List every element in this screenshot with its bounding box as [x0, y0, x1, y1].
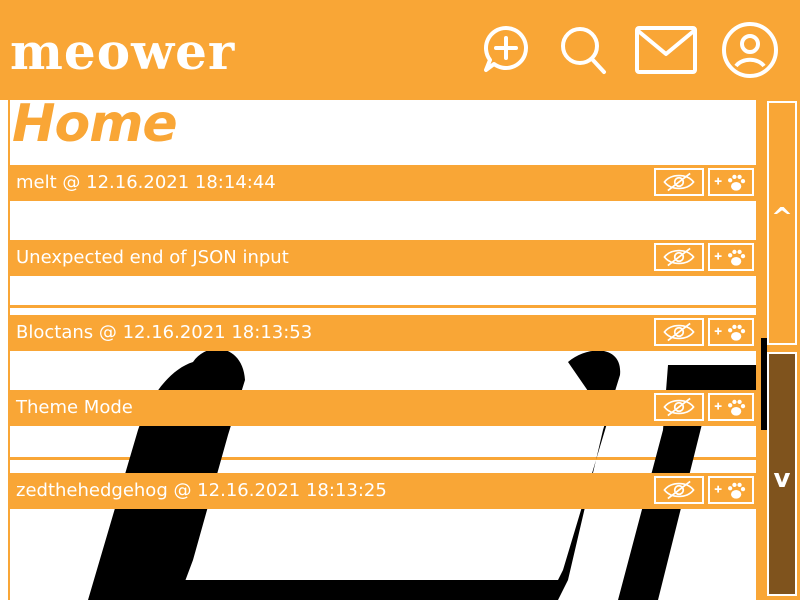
post-text: melt @ 12.16.2021 18:14:44: [16, 172, 276, 193]
new-post-icon[interactable]: [480, 22, 532, 78]
profile-icon[interactable]: [720, 22, 780, 78]
top-bar: meower: [0, 0, 800, 100]
pet-button[interactable]: [708, 243, 754, 271]
scroll-down-button[interactable]: v: [767, 352, 797, 596]
app-logo[interactable]: meower: [10, 22, 235, 82]
hide-post-button[interactable]: [654, 476, 704, 504]
post-text: zedthehedgehog @ 12.16.2021 18:13:25: [16, 480, 387, 501]
mail-icon[interactable]: [634, 22, 698, 78]
pet-button[interactable]: [708, 393, 754, 421]
pet-button[interactable]: [708, 318, 754, 346]
pet-button[interactable]: [708, 168, 754, 196]
post-header: Bloctans @ 12.16.2021 18:13:53: [8, 315, 758, 351]
hide-post-button[interactable]: [654, 168, 704, 196]
post-text: Unexpected end of JSON input: [16, 247, 289, 268]
scroll-down-label: v: [773, 464, 791, 494]
post-header: Unexpected end of JSON input: [8, 240, 758, 276]
pet-button[interactable]: [708, 476, 754, 504]
post-text: Bloctans @ 12.16.2021 18:13:53: [16, 322, 313, 343]
post-header: zedthehedgehog @ 12.16.2021 18:13:25: [8, 473, 758, 509]
feed-area: Home thix @ 12.16.2021 18:14:10 melt @ 1…: [8, 100, 758, 600]
scroll-up-button[interactable]: ^: [767, 101, 797, 345]
hide-post-button[interactable]: [654, 318, 704, 346]
post-header: Theme Mode: [8, 390, 758, 426]
post-text: Theme Mode: [16, 397, 133, 418]
post-header: melt @ 12.16.2021 18:14:44: [8, 165, 758, 201]
scroll-up-label: ^: [771, 203, 793, 233]
hide-post-button[interactable]: [654, 243, 704, 271]
hide-post-button[interactable]: [654, 393, 704, 421]
search-icon[interactable]: [558, 22, 610, 78]
